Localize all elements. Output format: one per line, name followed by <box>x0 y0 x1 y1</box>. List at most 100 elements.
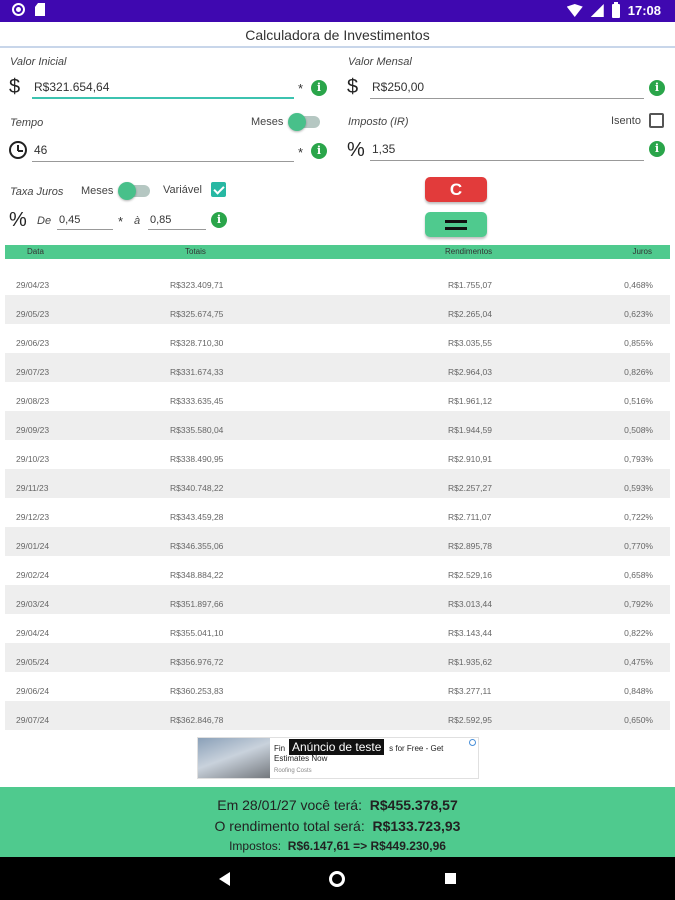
info-icon[interactable]: i <box>211 212 227 228</box>
clear-button[interactable]: C <box>425 177 487 202</box>
cell-juros: 0,593% <box>624 483 653 493</box>
cell-totais: R$351.897,66 <box>170 599 224 609</box>
table-row: 29/07/24 R$362.846,78 R$2.592,95 0,650% <box>5 701 670 730</box>
isento-label: Isento <box>611 115 641 127</box>
recent-apps-icon[interactable] <box>445 873 456 884</box>
required-marker: * <box>298 81 304 96</box>
dollar-icon: $ <box>9 76 21 98</box>
cell-rendimentos: R$2.592,95 <box>448 715 492 725</box>
cell-juros: 0,650% <box>624 715 653 725</box>
cell-juros: 0,826% <box>624 367 653 377</box>
cell-rendimentos: R$3.143,44 <box>448 628 492 638</box>
table-row: 29/04/24 R$355.041,10 R$3.143,44 0,822% <box>5 614 670 643</box>
taxa-meses-toggle[interactable] <box>118 182 150 200</box>
cell-data: 29/01/24 <box>16 541 50 551</box>
table-row: 29/12/23 R$343.459,28 R$2.711,07 0,722% <box>5 498 670 527</box>
info-icon[interactable]: i <box>311 80 327 96</box>
cell-data: 29/05/23 <box>16 309 50 319</box>
cell-rendimentos: R$2.265,04 <box>448 309 492 319</box>
table-row: 29/06/23 R$328.710,30 R$3.035,55 0,855% <box>5 324 670 353</box>
table-row: 29/02/24 R$348.884,22 R$2.529,16 0,658% <box>5 556 670 585</box>
cell-data: 29/12/23 <box>16 512 50 522</box>
table-row: 29/08/23 R$333.635,45 R$1.961,12 0,516% <box>5 382 670 411</box>
info-icon[interactable]: i <box>649 80 665 96</box>
cell-juros: 0,508% <box>624 425 653 435</box>
cell-data: 29/07/23 <box>16 367 50 377</box>
ad-label: Anúncio de teste <box>289 739 385 755</box>
status-time: 17:08 <box>627 3 661 18</box>
cell-juros: 0,848% <box>624 686 653 696</box>
calculate-button[interactable] <box>425 212 487 237</box>
a-label: à <box>134 215 141 227</box>
table-row: 29/11/23 R$340.748,22 R$2.257,27 0,593% <box>5 469 670 498</box>
equals-icon <box>445 220 467 223</box>
cell-rendimentos: R$2.711,07 <box>448 512 492 522</box>
valor-inicial-input[interactable]: R$321.654,64 <box>32 77 294 99</box>
taxa-de-input[interactable]: 0,45 <box>57 212 113 230</box>
cell-totais: R$343.459,28 <box>170 512 224 522</box>
cell-juros: 0,722% <box>624 512 653 522</box>
cell-rendimentos: R$2.964,03 <box>448 367 492 377</box>
taxa-juros-label: Taxa Juros <box>10 186 64 198</box>
cell-data: 29/02/24 <box>16 570 50 580</box>
taxa-meses-label: Meses <box>81 185 114 197</box>
cell-rendimentos: R$1.944,59 <box>448 425 492 435</box>
tempo-meses-toggle[interactable] <box>288 113 320 131</box>
cell-totais: R$362.846,78 <box>170 715 224 725</box>
back-icon[interactable] <box>219 872 230 886</box>
cell-totais: R$331.674,33 <box>170 367 224 377</box>
home-icon[interactable] <box>329 871 345 887</box>
cell-totais: R$340.748,22 <box>170 483 224 493</box>
cell-rendimentos: R$2.529,16 <box>448 570 492 580</box>
signal-icon <box>590 4 604 17</box>
cell-rendimentos: R$2.910,91 <box>448 454 492 464</box>
valor-mensal-input[interactable]: R$250,00 <box>370 77 644 99</box>
cell-data: 29/03/24 <box>16 599 50 609</box>
cell-juros: 0,793% <box>624 454 653 464</box>
ad-banner[interactable]: Fin s for Free - Get Estimates Now Roofin… <box>197 737 479 779</box>
ad-choices-icon[interactable] <box>469 739 476 746</box>
info-icon[interactable]: i <box>311 143 327 159</box>
table-row: 29/03/24 R$351.897,66 R$3.013,44 0,792% <box>5 585 670 614</box>
cell-totais: R$348.884,22 <box>170 570 224 580</box>
cell-totais: R$360.253,83 <box>170 686 224 696</box>
ad-sub: Roofing Costs <box>274 768 312 774</box>
cell-totais: R$323.409,71 <box>170 280 224 290</box>
cell-juros: 0,658% <box>624 570 653 580</box>
cell-data: 29/04/23 <box>16 280 50 290</box>
notification-icon <box>12 3 25 16</box>
variavel-checkbox[interactable] <box>211 182 226 197</box>
cell-totais: R$333.635,45 <box>170 396 224 406</box>
valor-mensal-label: Valor Mensal <box>348 56 412 68</box>
imposto-input[interactable]: 1,35 <box>370 139 644 161</box>
cell-juros: 0,475% <box>624 657 653 667</box>
navigation-bar <box>0 857 675 900</box>
cell-rendimentos: R$1.935,62 <box>448 657 492 667</box>
cell-totais: R$325.674,75 <box>170 309 224 319</box>
table-row: 29/10/23 R$338.490,95 R$2.910,91 0,793% <box>5 440 670 469</box>
results-table[interactable]: 29/04/23 R$323.409,71 R$1.755,07 0,468% 29/0… <box>5 266 670 731</box>
table-header: Data Totais Rendimentos Juros <box>5 245 670 259</box>
variavel-label: Variável <box>163 184 202 196</box>
summary-total: Em 28/01/27 você terá: R$455.378,57 <box>217 797 458 813</box>
cell-data: 29/06/24 <box>16 686 50 696</box>
col-header-rendimentos: Rendimentos <box>445 247 493 256</box>
de-label: De <box>37 215 52 227</box>
clock-icon <box>9 141 27 159</box>
cell-rendimentos: R$2.895,78 <box>448 541 492 551</box>
cell-juros: 0,623% <box>624 309 653 319</box>
cell-data: 29/06/23 <box>16 338 50 348</box>
isento-checkbox[interactable] <box>649 113 664 128</box>
cell-data: 29/04/24 <box>16 628 50 638</box>
battery-icon <box>611 1 620 18</box>
tempo-input[interactable]: 46 <box>32 140 294 162</box>
tempo-label: Tempo <box>10 117 44 129</box>
percent-icon: % <box>9 209 27 231</box>
summary-panel: Em 28/01/27 você terá: R$455.378,57 O re… <box>0 787 675 857</box>
taxa-a-input[interactable]: 0,85 <box>148 212 206 230</box>
cell-rendimentos: R$1.961,12 <box>448 396 492 406</box>
imposto-label: Imposto (IR) <box>348 116 409 128</box>
table-row: 29/09/23 R$335.580,04 R$1.944,59 0,508% <box>5 411 670 440</box>
info-icon[interactable]: i <box>649 141 665 157</box>
ad-image <box>198 738 270 778</box>
